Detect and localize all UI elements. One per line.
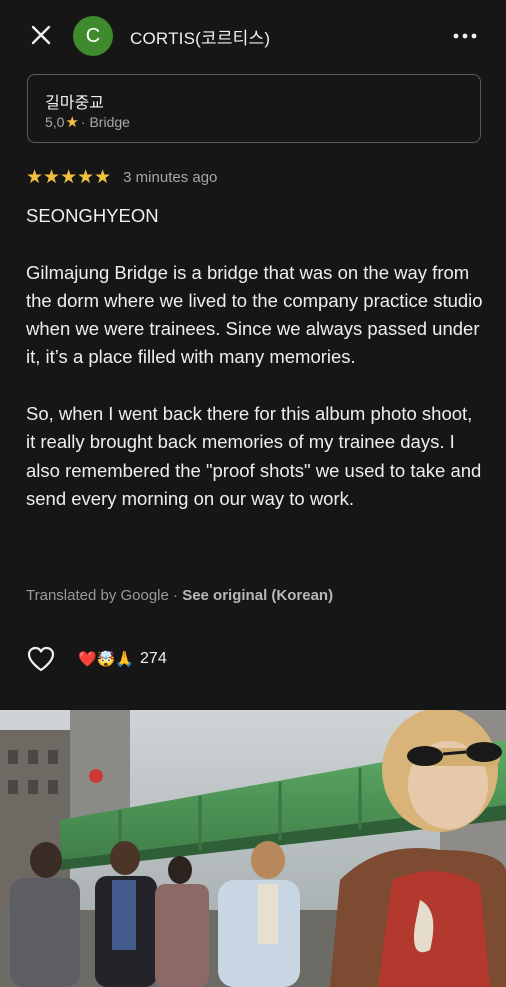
review-header: C CORTIS(코르티스) [0, 0, 506, 72]
review-photo[interactable] [0, 710, 506, 987]
place-name: 길마중교 [45, 95, 104, 112]
translation-note: Translated by Google · See original (Kor… [26, 587, 333, 604]
review-text: SEONGHYEON Gilmajung Bridge is a bridge … [26, 202, 486, 542]
review-actions: ❤️🤯🙏 274 [26, 644, 167, 674]
place-category: · Bridge [80, 114, 130, 130]
review-paragraph-1: Gilmajung Bridge is a bridge that was on… [26, 261, 483, 368]
star-rating: ★★★★★ [26, 166, 112, 188]
review-photo-image [0, 710, 506, 987]
review-timestamp: 3 minutes ago [123, 168, 218, 186]
place-rating: 5,0 [45, 114, 65, 130]
review-paragraph-2: So, when I went back there for this albu… [26, 403, 482, 509]
reaction-summary[interactable]: ❤️🤯🙏 274 [78, 650, 167, 668]
close-icon[interactable] [28, 22, 54, 48]
review-author-line: SEONGHYEON [26, 205, 159, 226]
place-card[interactable]: 길마중교 5,0 ★ · Bridge [27, 74, 481, 143]
review-rating-row: ★★★★★ 3 minutes ago [26, 166, 217, 188]
more-icon[interactable] [452, 26, 478, 46]
heart-icon[interactable] [26, 645, 56, 673]
see-original-link[interactable]: See original (Korean) [182, 587, 333, 604]
avatar[interactable]: C [73, 16, 113, 56]
reaction-emojis: ❤️🤯🙏 [78, 650, 135, 668]
place-meta: 5,0 ★ · Bridge [45, 113, 130, 131]
star-icon: ★ [65, 114, 79, 131]
author-name[interactable]: CORTIS(코르티스) [130, 24, 270, 49]
reaction-count: 274 [140, 650, 167, 667]
translated-label: Translated by Google · [26, 587, 179, 604]
